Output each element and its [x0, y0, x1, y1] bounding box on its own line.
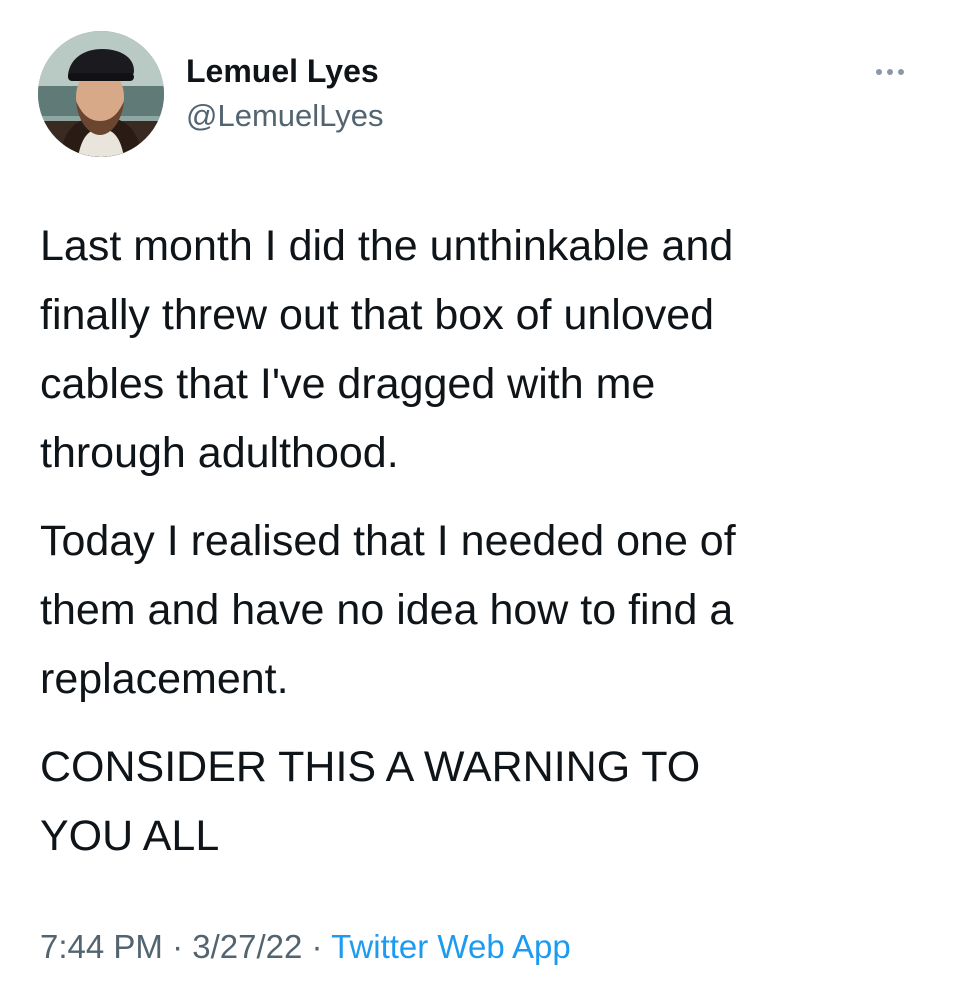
- author-display-name[interactable]: Lemuel Lyes: [186, 51, 379, 91]
- author-handle[interactable]: @LemuelLyes: [186, 96, 383, 136]
- meta-separator: ·: [302, 928, 332, 965]
- more-horizontal-icon[interactable]: [870, 60, 910, 84]
- avatar[interactable]: [38, 31, 164, 157]
- tweet-paragraph: CONSIDER THIS A WARNING TO YOU ALL: [40, 743, 701, 860]
- tweet-paragraph: Today I realised that I needed one of th…: [40, 517, 736, 703]
- tweet-source-link[interactable]: Twitter Web App: [331, 928, 571, 965]
- tweet-text: Last month I did the unthinkable and fin…: [40, 212, 920, 890]
- tweet-metadata: 7:44 PM · 3/27/22 · Twitter Web App: [40, 925, 571, 969]
- tweet-date[interactable]: 3/27/22: [192, 928, 302, 965]
- tweet-card: Lemuel Lyes @LemuelLyes Last month I did…: [0, 0, 954, 996]
- meta-separator: ·: [162, 928, 193, 965]
- tweet-paragraph: Last month I did the unthinkable and fin…: [40, 222, 734, 477]
- avatar-photo: [38, 31, 164, 157]
- tweet-time[interactable]: 7:44 PM: [40, 928, 163, 965]
